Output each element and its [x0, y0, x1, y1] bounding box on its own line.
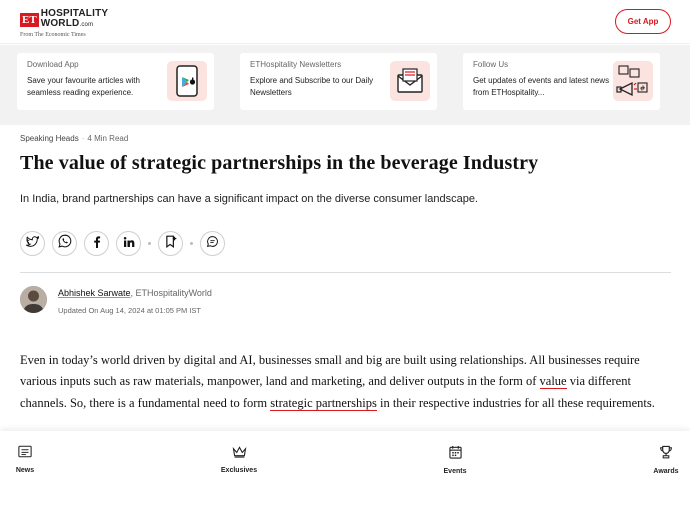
divider	[20, 272, 671, 273]
share-separator	[190, 242, 193, 245]
author-avatar[interactable]	[20, 286, 47, 313]
read-time: 4 Min Read	[87, 134, 129, 143]
body-text-segment: in their respective industries for all t…	[376, 395, 655, 410]
nav-exclusives-label: Exclusives	[220, 467, 258, 474]
nav-exclusives[interactable]: Exclusives	[214, 445, 264, 474]
author-publication: , ETHospitalityWorld	[130, 288, 212, 298]
promo-card-title: Download App	[27, 60, 79, 69]
promo-card-follow-us[interactable]: Follow Us Get updates of events and late…	[463, 53, 660, 110]
trophy-icon	[659, 445, 673, 464]
article-title: The value of strategic partnerships in t…	[20, 152, 539, 174]
link-strategic-partnerships[interactable]: strategic partnerships	[270, 395, 377, 411]
facebook-share-button[interactable]	[84, 231, 109, 256]
promo-card-desc: Save your favourite articles with seamle…	[27, 76, 140, 97]
nav-news[interactable]: News	[0, 445, 50, 474]
facebook-icon	[93, 235, 101, 253]
crown-icon	[232, 445, 247, 463]
nav-events-label: Events	[443, 468, 467, 475]
bookmark-button[interactable]	[158, 231, 183, 256]
newsletter-icon	[390, 61, 430, 101]
promo-card-newsletters[interactable]: ETHospitality Newsletters Explore and Su…	[240, 53, 437, 110]
page-bottom-area	[0, 479, 690, 512]
share-bar	[20, 231, 232, 256]
bottom-nav: News Exclusives Events Awards	[0, 431, 690, 479]
share-separator	[148, 242, 151, 245]
nav-awards[interactable]: Awards	[641, 445, 690, 475]
article-body: Even in today’s world driven by digital …	[20, 350, 672, 414]
svg-text:#: #	[640, 85, 646, 93]
link-value[interactable]: value	[539, 374, 567, 390]
logo-com: .com	[79, 22, 94, 28]
promo-card-title: Follow Us	[473, 60, 509, 69]
site-logo[interactable]: ET HOSPITALITY WORLD.com From The Econom…	[20, 9, 108, 38]
author-line: Abhishek Sarwate, ETHospitalityWorld	[58, 288, 212, 298]
nav-awards-label: Awards	[653, 468, 679, 475]
promo-card-download-app[interactable]: Download App Save your favourite article…	[17, 53, 214, 110]
promo-card-desc: Get updates of events and latest news fr…	[473, 76, 610, 97]
promo-card-desc: Explore and Subscribe to our Daily Newsl…	[250, 76, 374, 97]
updated-timestamp: Updated On Aug 14, 2024 at 01:05 PM IST	[58, 306, 202, 315]
comment-button[interactable]	[200, 231, 225, 256]
promo-strip: Download App Save your favourite article…	[0, 45, 690, 125]
linkedin-share-button[interactable]	[116, 231, 141, 256]
get-app-button[interactable]: Get App	[615, 9, 671, 34]
calendar-icon	[448, 445, 462, 464]
author-name[interactable]: Abhishek Sarwate	[58, 288, 131, 298]
promo-card-title: ETHospitality Newsletters	[250, 60, 342, 69]
et-logo-box: ET	[20, 12, 39, 27]
linkedin-icon	[123, 235, 135, 253]
twitter-icon	[24, 235, 40, 253]
article-subtitle: In India, brand partnerships can have a …	[20, 193, 478, 205]
comment-icon	[206, 235, 219, 253]
article-category[interactable]: Speaking Heads	[20, 134, 79, 143]
article-meta: Speaking Heads · 4 Min Read	[20, 134, 129, 143]
news-icon	[18, 445, 32, 463]
top-header: ET HOSPITALITY WORLD.com From The Econom…	[0, 0, 690, 44]
phone-app-icon	[167, 61, 207, 101]
whatsapp-share-button[interactable]	[52, 231, 77, 256]
whatsapp-icon	[57, 234, 72, 253]
bookmark-icon	[165, 235, 177, 253]
logo-subtitle: From The Economic Times	[20, 32, 86, 38]
social-follow-icon: #	[613, 61, 653, 101]
nav-news-label: News	[15, 467, 35, 474]
twitter-share-button[interactable]	[20, 231, 45, 256]
nav-events[interactable]: Events	[430, 445, 480, 475]
logo-line2: WORLD	[40, 18, 80, 29]
